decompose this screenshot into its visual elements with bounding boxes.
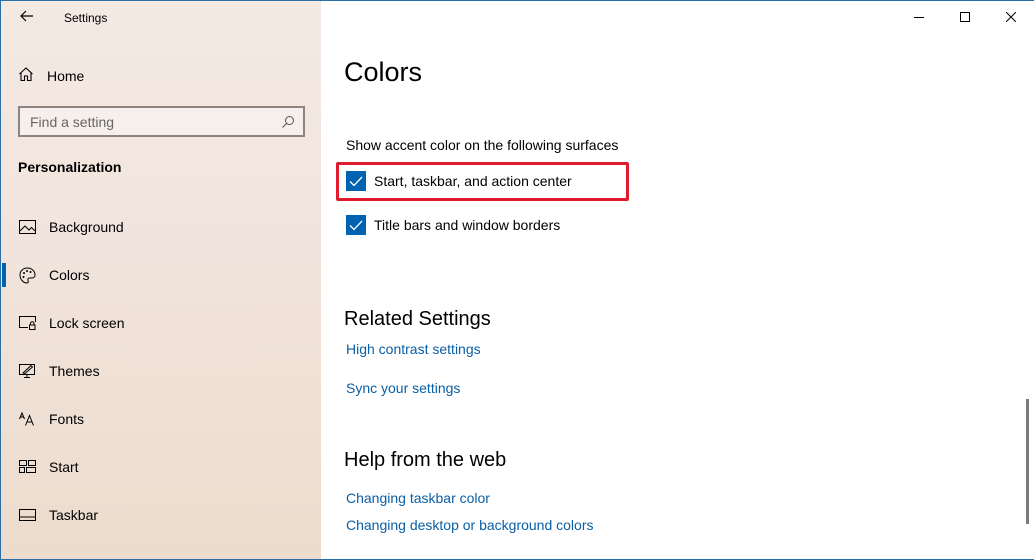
checkbox-label: Title bars and window borders: [374, 217, 561, 233]
checkbox[interactable]: [346, 215, 366, 235]
content-pane: Colors Show accent color on the followin…: [322, 1, 1034, 559]
themes-icon: [18, 362, 36, 380]
picture-icon: [18, 218, 36, 236]
sidebar-item-start[interactable]: Start: [1, 443, 321, 491]
sidebar-item-label: Themes: [49, 363, 100, 379]
sidebar-item-label: Taskbar: [49, 507, 99, 523]
lock-screen-icon: [18, 314, 36, 332]
surfaces-label: Show accent color on the following surfa…: [346, 137, 619, 153]
close-icon: [1005, 9, 1017, 27]
search-icon[interactable]: [277, 115, 299, 129]
sidebar-item-home[interactable]: Home: [18, 65, 84, 87]
sidebar-item-label: Background: [49, 219, 124, 235]
checkbox[interactable]: [346, 171, 366, 191]
app-title: Settings: [64, 11, 108, 25]
search-input[interactable]: [20, 108, 277, 135]
home-icon: [18, 66, 34, 87]
search-box[interactable]: [18, 106, 305, 137]
sidebar-item-label: Fonts: [49, 411, 85, 427]
page-title: Colors: [344, 57, 423, 87]
minimize-button[interactable]: [896, 1, 942, 35]
taskbar-icon: [18, 506, 36, 524]
related-settings-heading: Related Settings: [344, 308, 491, 330]
checkbox-start-taskbar-action-center[interactable]: Start, taskbar, and action center: [346, 171, 572, 191]
home-label: Home: [47, 68, 85, 84]
sidebar-item-label: Start: [49, 459, 79, 475]
palette-icon: [18, 266, 36, 284]
start-icon: [18, 458, 36, 476]
checkbox-label: Start, taskbar, and action center: [374, 173, 572, 189]
sidebar: Settings Home Personalization Background: [1, 1, 321, 559]
sidebar-item-fonts[interactable]: Fonts: [1, 395, 321, 443]
sidebar-item-lock-screen[interactable]: Lock screen: [1, 299, 321, 347]
sync-your-settings-link[interactable]: Sync your settings: [346, 380, 460, 396]
window-controls: [896, 1, 1034, 35]
close-button[interactable]: [988, 1, 1034, 35]
checkmark-icon: [349, 176, 363, 186]
help-from-web-heading: Help from the web: [344, 449, 507, 471]
scrollbar[interactable]: [1026, 399, 1029, 524]
maximize-icon: [960, 9, 970, 27]
sidebar-item-themes[interactable]: Themes: [1, 347, 321, 395]
section-title: Personalization: [18, 159, 122, 175]
fonts-icon: [18, 410, 36, 428]
changing-taskbar-color-link[interactable]: Changing taskbar color: [346, 490, 490, 506]
sidebar-item-label: Lock screen: [49, 315, 125, 331]
back-button[interactable]: [13, 7, 41, 29]
sidebar-item-colors[interactable]: Colors: [1, 251, 321, 299]
sidebar-item-label: Colors: [49, 267, 90, 283]
high-contrast-settings-link[interactable]: High contrast settings: [346, 341, 481, 357]
arrow-left-icon: [20, 9, 34, 27]
maximize-button[interactable]: [942, 1, 988, 35]
settings-window: Settings Home Personalization Background: [0, 0, 1034, 560]
sidebar-item-background[interactable]: Background: [1, 203, 321, 251]
changing-desktop-background-colors-link[interactable]: Changing desktop or background colors: [346, 517, 594, 533]
minimize-icon: [914, 9, 924, 27]
checkmark-icon: [349, 220, 363, 230]
sidebar-item-taskbar[interactable]: Taskbar: [1, 491, 321, 539]
checkbox-title-bars-window-borders[interactable]: Title bars and window borders: [346, 215, 560, 235]
sidebar-nav: Background Colors Lock screen Themes Fon…: [1, 203, 321, 539]
